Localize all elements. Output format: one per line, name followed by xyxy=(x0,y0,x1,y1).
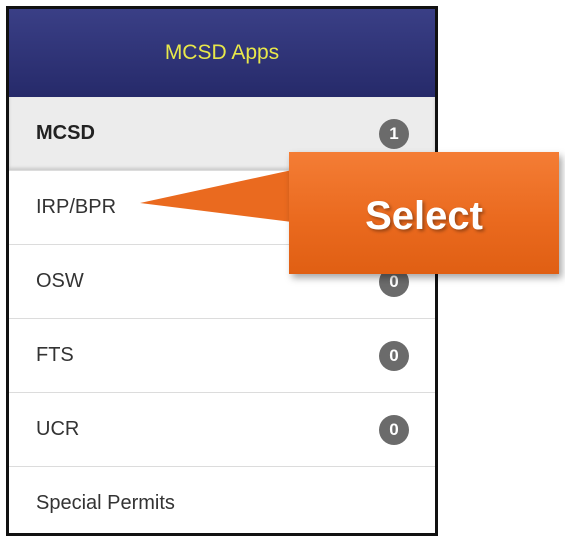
select-callout: Select xyxy=(289,152,559,274)
callout-pointer-shape xyxy=(140,170,292,222)
callout-text: Select xyxy=(365,193,483,238)
